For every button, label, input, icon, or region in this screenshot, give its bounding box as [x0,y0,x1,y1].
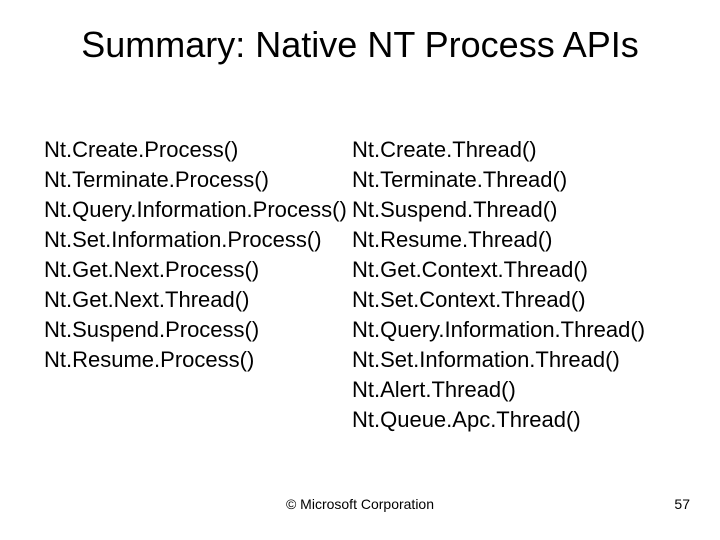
content-columns: Nt.Create.Process() Nt.Terminate.Process… [44,135,684,435]
slide-title: Summary: Native NT Process APIs [0,24,720,66]
api-item: Nt.Get.Next.Thread() [44,285,352,315]
api-item: Nt.Set.Information.Process() [44,225,352,255]
api-item: Nt.Create.Thread() [352,135,682,165]
api-item: Nt.Query.Information.Thread() [352,315,682,345]
slide: Summary: Native NT Process APIs Nt.Creat… [0,0,720,540]
api-item: Nt.Create.Process() [44,135,352,165]
api-item: Nt.Get.Context.Thread() [352,255,682,285]
api-item: Nt.Get.Next.Process() [44,255,352,285]
footer-page-number: 57 [674,496,690,512]
api-item: Nt.Queue.Apc.Thread() [352,405,682,435]
api-item: Nt.Set.Information.Thread() [352,345,682,375]
api-item: Nt.Query.Information.Process() [44,195,352,225]
api-item: Nt.Terminate.Process() [44,165,352,195]
left-column: Nt.Create.Process() Nt.Terminate.Process… [44,135,352,435]
api-item: Nt.Alert.Thread() [352,375,682,405]
api-item: Nt.Suspend.Process() [44,315,352,345]
api-item: Nt.Resume.Process() [44,345,352,375]
right-column: Nt.Create.Thread() Nt.Terminate.Thread()… [352,135,682,435]
api-item: Nt.Suspend.Thread() [352,195,682,225]
api-item: Nt.Resume.Thread() [352,225,682,255]
api-item: Nt.Set.Context.Thread() [352,285,682,315]
footer-copyright: © Microsoft Corporation [0,496,720,512]
api-item: Nt.Terminate.Thread() [352,165,682,195]
